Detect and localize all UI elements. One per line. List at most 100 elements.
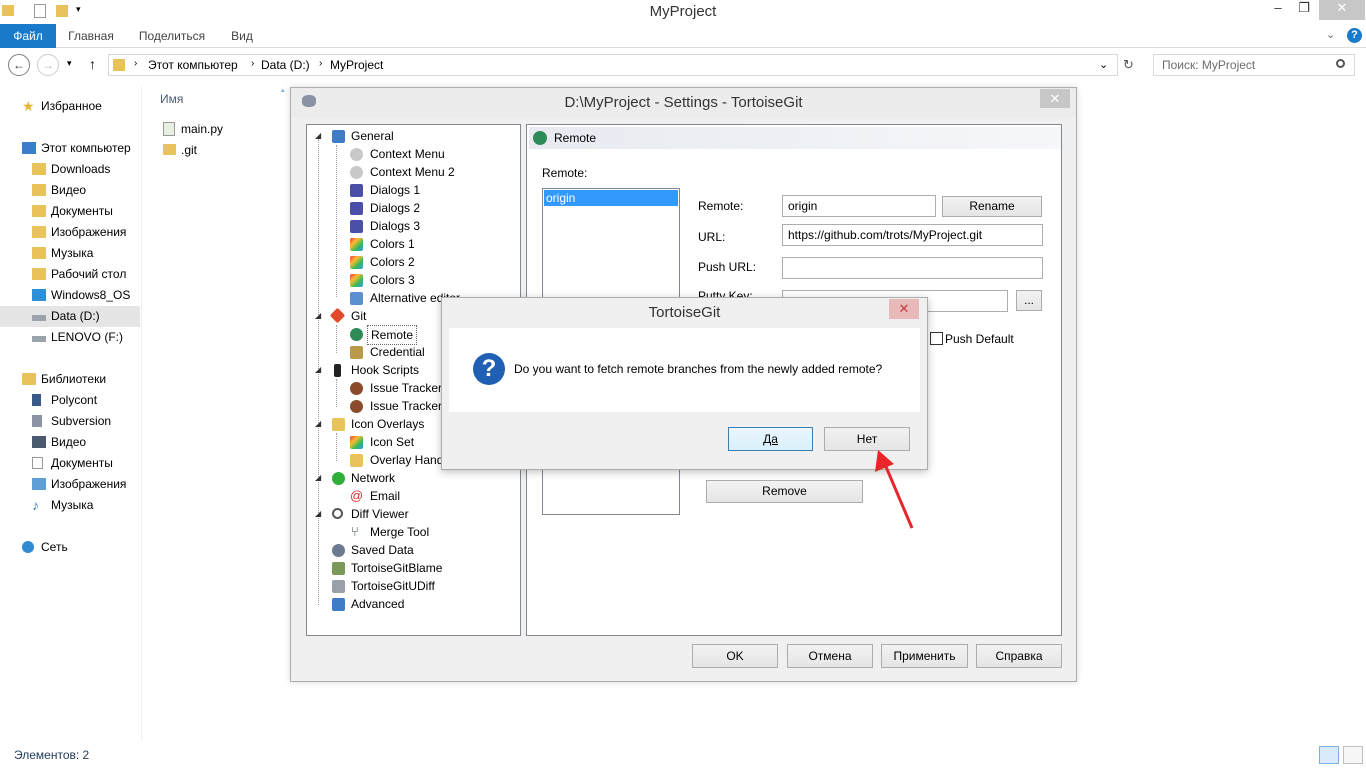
nav-network[interactable]: Сеть — [0, 537, 140, 558]
help-icon[interactable]: ? — [1347, 28, 1362, 43]
window-titlebar: ▾ MyProject – ❐ ✕ — [0, 0, 1366, 24]
remove-button[interactable]: Remove — [706, 480, 863, 503]
maximize-button[interactable]: ❐ — [1292, 0, 1316, 20]
tab-view[interactable]: Вид — [224, 24, 260, 48]
video-library-icon — [32, 436, 46, 448]
up-button[interactable]: ↑ — [89, 56, 96, 72]
breadcrumb-separator: › — [319, 58, 323, 69]
confirm-message: Do you want to fetch remote branches fro… — [514, 362, 883, 376]
address-dropdown-icon[interactable]: ⌄ — [1099, 58, 1108, 71]
confirm-close-button[interactable]: ✕ — [889, 299, 919, 319]
dialogs-icon — [350, 184, 363, 197]
nav-item-downloads[interactable]: Downloads — [0, 159, 140, 180]
network-globe-icon — [332, 472, 345, 485]
music-folder-icon — [32, 247, 46, 259]
cancel-button[interactable]: Отмена — [787, 644, 873, 668]
pictures-folder-icon — [32, 226, 46, 238]
browse-putty-key-button[interactable]: ... — [1016, 290, 1042, 311]
breadcrumb-this-pc[interactable]: Этот компьютер — [148, 58, 238, 72]
merge-icon: ⑂ — [351, 524, 359, 539]
nav-lib-music[interactable]: ♪ Музыка — [0, 495, 140, 516]
drive-icon — [32, 336, 46, 342]
collapse-icon[interactable]: ◢ — [315, 127, 321, 145]
refresh-icon[interactable]: ↻ — [1123, 57, 1134, 73]
nav-libraries[interactable]: Библиотеки — [0, 369, 140, 390]
magnifier-icon — [332, 508, 343, 519]
push-default-checkbox[interactable] — [930, 332, 943, 345]
yes-button[interactable]: Да — [728, 427, 813, 451]
tab-share[interactable]: Поделиться — [132, 24, 212, 48]
search-input[interactable]: Поиск: MyProject — [1153, 54, 1355, 76]
collapse-icon[interactable]: ◢ — [315, 415, 321, 433]
editor-icon — [350, 292, 363, 305]
nav-lib-subversion[interactable]: Subversion — [0, 411, 140, 432]
settings-titlebar: D:\MyProject - Settings - TortoiseGit ✕ — [291, 88, 1076, 118]
address-row: ← → ▾ ↑ › Этот компьютер › Data (D:) › M… — [0, 48, 1366, 82]
music-note-icon: ♪ — [32, 497, 39, 513]
apply-button[interactable]: Применить — [881, 644, 968, 668]
ok-button[interactable]: OK — [692, 644, 778, 668]
nav-this-pc[interactable]: Этот компьютер — [0, 138, 140, 159]
rename-button[interactable]: Rename — [942, 196, 1042, 217]
collapse-icon[interactable]: ◢ — [315, 469, 321, 487]
nav-item-video[interactable]: Видео — [0, 180, 140, 201]
bug-icon — [350, 382, 363, 395]
nav-item-windows8-os[interactable]: Windows8_OS (C — [0, 285, 140, 323]
remote-list-item[interactable]: origin — [544, 190, 678, 206]
ribbon-expand-icon[interactable]: ⌄ — [1326, 28, 1335, 41]
nav-item-desktop[interactable]: Рабочий стол — [0, 264, 140, 285]
settings-close-button[interactable]: ✕ — [1040, 89, 1070, 108]
collapse-icon[interactable]: ◢ — [315, 505, 321, 523]
help-button[interactable]: Справка — [976, 644, 1062, 668]
nav-lib-video[interactable]: Видео — [0, 432, 140, 453]
nav-item-lenovo-f[interactable]: LENOVO (F:) — [0, 327, 140, 348]
status-item-count: Элементов: 2 — [14, 748, 90, 762]
recent-locations-icon[interactable]: ▾ — [67, 58, 72, 69]
breadcrumb-data-d[interactable]: Data (D:) — [261, 58, 310, 72]
push-default-label: Push Default — [945, 332, 1014, 346]
library-icon — [32, 394, 41, 406]
collapse-icon[interactable]: ◢ — [315, 361, 321, 379]
nav-lib-documents[interactable]: Документы — [0, 453, 140, 474]
nav-item-pictures[interactable]: Изображения — [0, 222, 140, 243]
palette-icon — [350, 238, 363, 251]
column-header-name[interactable]: Имя — [160, 92, 183, 106]
nav-item-music[interactable]: Музыка — [0, 243, 140, 264]
nav-item-documents[interactable]: Документы — [0, 201, 140, 222]
navigation-pane: ★ Избранное Этот компьютер Downloads Вид… — [0, 86, 142, 741]
remote-name-label: Remote: — [698, 199, 744, 213]
nav-favorites[interactable]: ★ Избранное — [0, 96, 140, 117]
star-icon: ★ — [22, 98, 35, 114]
remote-name-input[interactable]: origin — [782, 195, 936, 217]
tab-home[interactable]: Главная — [62, 24, 120, 48]
url-input[interactable]: https://github.com/trots/MyProject.git — [782, 224, 1043, 246]
minimize-button[interactable]: – — [1266, 0, 1290, 20]
nav-lib-polycont[interactable]: Polycont — [0, 390, 140, 411]
back-button[interactable]: ← — [8, 54, 30, 76]
nav-item-data-d[interactable]: Data (D:) — [0, 306, 140, 327]
arrow-shaft — [882, 461, 914, 529]
dialogs-icon — [350, 202, 363, 215]
breadcrumb-myproject[interactable]: MyProject — [330, 58, 383, 72]
computer-icon — [22, 142, 36, 154]
downloads-folder-icon — [32, 163, 46, 175]
library-icon — [32, 415, 42, 427]
collapse-icon[interactable]: ◢ — [315, 307, 321, 325]
forward-button[interactable]: → — [37, 54, 59, 76]
close-button[interactable]: ✕ — [1319, 0, 1365, 20]
confirm-body: ? Do you want to fetch remote branches f… — [449, 328, 920, 412]
address-bar[interactable]: › Этот компьютер › Data (D:) › MyProject… — [108, 54, 1118, 76]
nav-lib-pictures[interactable]: Изображения — [0, 474, 140, 495]
wrench-icon — [332, 598, 345, 611]
large-icons-view-icon[interactable] — [1343, 746, 1363, 764]
details-view-icon[interactable] — [1319, 746, 1339, 764]
push-url-input[interactable] — [782, 257, 1043, 279]
wrench-icon — [332, 130, 345, 143]
folder-icon — [113, 59, 125, 71]
at-icon: @ — [350, 488, 364, 503]
tab-file[interactable]: Файл — [0, 24, 56, 48]
blame-icon — [332, 562, 345, 575]
column-sort-icon[interactable]: ▴ — [281, 86, 285, 94]
network-icon — [22, 541, 34, 553]
search-icon[interactable] — [1336, 59, 1345, 68]
